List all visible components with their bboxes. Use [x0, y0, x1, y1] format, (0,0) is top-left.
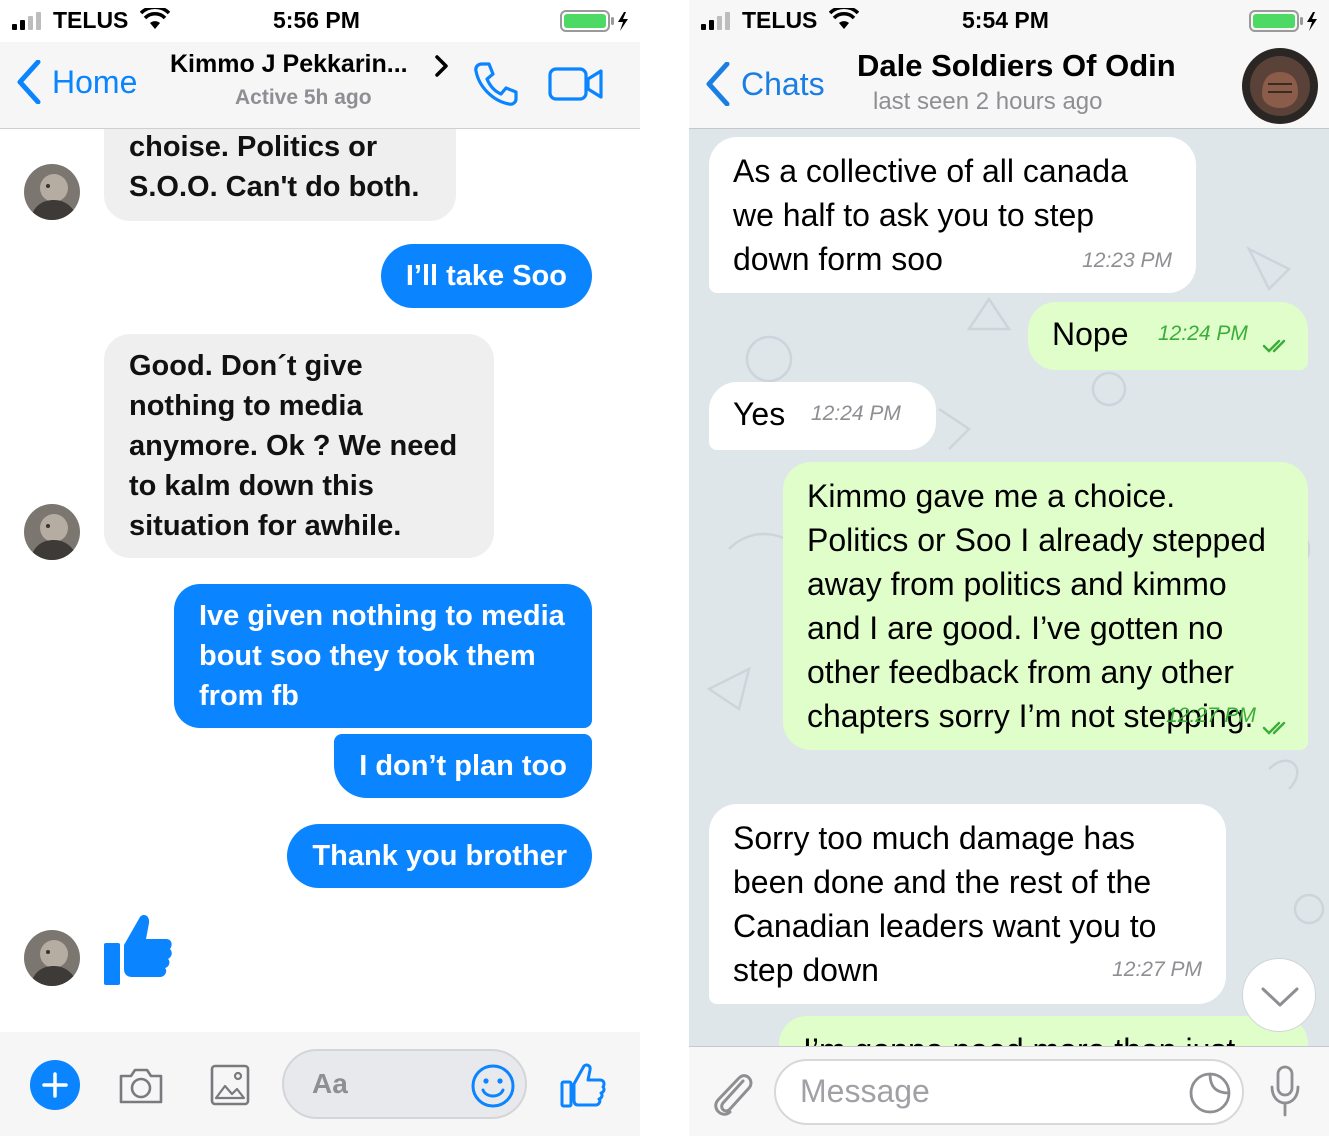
- message-time: 12:24 PM: [1158, 322, 1248, 345]
- signal-icon: [12, 12, 41, 30]
- microphone-icon[interactable]: [1269, 1065, 1301, 1119]
- status-bar: TELUS 5:56 PM: [0, 0, 640, 42]
- message-time: 12:23 PM: [1082, 249, 1172, 272]
- outgoing-message[interactable]: Nope 12:24 PM: [1028, 302, 1308, 370]
- chevron-down-icon: [1261, 987, 1299, 1007]
- messenger-screen: TELUS 5:56 PM Home Kimmo J Pekkarin... A…: [0, 0, 640, 1136]
- add-button[interactable]: [30, 1060, 80, 1110]
- phone-icon[interactable]: [472, 60, 520, 108]
- clock: 5:56 PM: [273, 7, 360, 33]
- contact-name[interactable]: Kimmo J Pekkarin...: [170, 50, 408, 79]
- divider: [640, 0, 689, 1136]
- last-seen-status: last seen 2 hours ago: [873, 88, 1103, 115]
- back-button[interactable]: Chats: [705, 62, 825, 106]
- contact-avatar[interactable]: [24, 930, 80, 986]
- like-button-icon[interactable]: [560, 1062, 606, 1108]
- signal-icon: [701, 12, 730, 30]
- message-input[interactable]: Message: [774, 1059, 1244, 1125]
- message-input[interactable]: Aa: [282, 1049, 527, 1119]
- emoji-icon[interactable]: [470, 1063, 516, 1109]
- message-input-placeholder: Message: [800, 1073, 930, 1109]
- thumbs-up-icon[interactable]: [102, 911, 174, 987]
- incoming-message[interactable]: As a collective of all canada we half to…: [709, 137, 1196, 293]
- carrier-label: TELUS: [53, 7, 129, 33]
- outgoing-message[interactable]: Kimmo gave me a choice. Politics or Soo …: [783, 462, 1308, 750]
- outgoing-message[interactable]: Ive given nothing to media bout soo they…: [174, 584, 592, 728]
- outgoing-message[interactable]: I don’t plan too: [334, 734, 592, 798]
- composer-bar: Message: [689, 1046, 1329, 1136]
- contact-avatar[interactable]: [24, 164, 80, 220]
- status-bar: TELUS 5:54 PM: [689, 0, 1329, 42]
- read-receipt-icon: [1262, 721, 1286, 735]
- back-label: Home: [52, 63, 138, 100]
- wifi-icon: [140, 8, 170, 29]
- gallery-icon[interactable]: [210, 1064, 250, 1106]
- message-thread[interactable]: As a collective of all canada we half to…: [689, 129, 1329, 1046]
- outgoing-message[interactable]: I’ll take Soo: [380, 244, 592, 308]
- telegram-screen: TELUS 5:54 PM Chats Dale Soldiers Of Odi…: [689, 0, 1329, 1136]
- read-receipt-icon: [1262, 339, 1286, 353]
- conversation-header: Home Kimmo J Pekkarin... Active 5h ago: [0, 42, 640, 129]
- active-status: Active 5h ago: [235, 86, 372, 109]
- message-text: Nope: [1052, 316, 1129, 352]
- chevron-right-icon[interactable]: [434, 54, 450, 78]
- battery-icon: [1249, 10, 1317, 32]
- outgoing-message[interactable]: Thank you brother: [287, 824, 592, 888]
- wifi-icon: [829, 8, 859, 29]
- message-thread[interactable]: choise. Politics or S.O.O. Can't do both…: [0, 129, 640, 1032]
- back-button[interactable]: Home: [16, 60, 137, 104]
- incoming-message[interactable]: Sorry too much damage has been done and …: [709, 804, 1226, 1004]
- contact-avatar[interactable]: [1242, 48, 1318, 124]
- message-text: Yes: [733, 396, 786, 432]
- incoming-message[interactable]: choise. Politics or S.O.O. Can't do both…: [104, 129, 456, 221]
- message-text: I’m gonna need more than just: [803, 1032, 1235, 1046]
- sticker-icon[interactable]: [1188, 1071, 1232, 1115]
- contact-name[interactable]: Dale Soldiers Of Odin: [857, 48, 1176, 84]
- message-time: 12:27 PM: [1166, 704, 1256, 727]
- scroll-to-bottom-button[interactable]: [1242, 958, 1316, 1032]
- plus-icon: [42, 1072, 68, 1098]
- chevron-left-icon: [706, 62, 730, 106]
- camera-icon[interactable]: [117, 1066, 165, 1106]
- video-camera-icon[interactable]: [548, 66, 604, 102]
- battery-icon: [560, 10, 628, 32]
- outgoing-message[interactable]: I’m gonna need more than just: [779, 1016, 1308, 1046]
- message-text: As a collective of all canada we half to…: [733, 153, 1128, 277]
- message-text: Sorry too much damage has been done and …: [733, 820, 1157, 988]
- message-input-placeholder: Aa: [312, 1068, 348, 1099]
- carrier-label: TELUS: [742, 7, 818, 33]
- incoming-message[interactable]: Good. Don´t give nothing to media anymor…: [104, 334, 494, 558]
- back-label: Chats: [741, 65, 825, 102]
- clock: 5:54 PM: [962, 7, 1049, 33]
- chevron-left-icon: [17, 60, 41, 104]
- incoming-message[interactable]: Yes 12:24 PM: [709, 382, 936, 450]
- composer-bar: Aa: [0, 1032, 640, 1136]
- message-time: 12:24 PM: [811, 402, 901, 425]
- contact-avatar[interactable]: [24, 504, 80, 560]
- conversation-header: Chats Dale Soldiers Of Odin last seen 2 …: [689, 42, 1329, 129]
- paperclip-icon[interactable]: [709, 1067, 755, 1117]
- message-time: 12:27 PM: [1112, 958, 1202, 981]
